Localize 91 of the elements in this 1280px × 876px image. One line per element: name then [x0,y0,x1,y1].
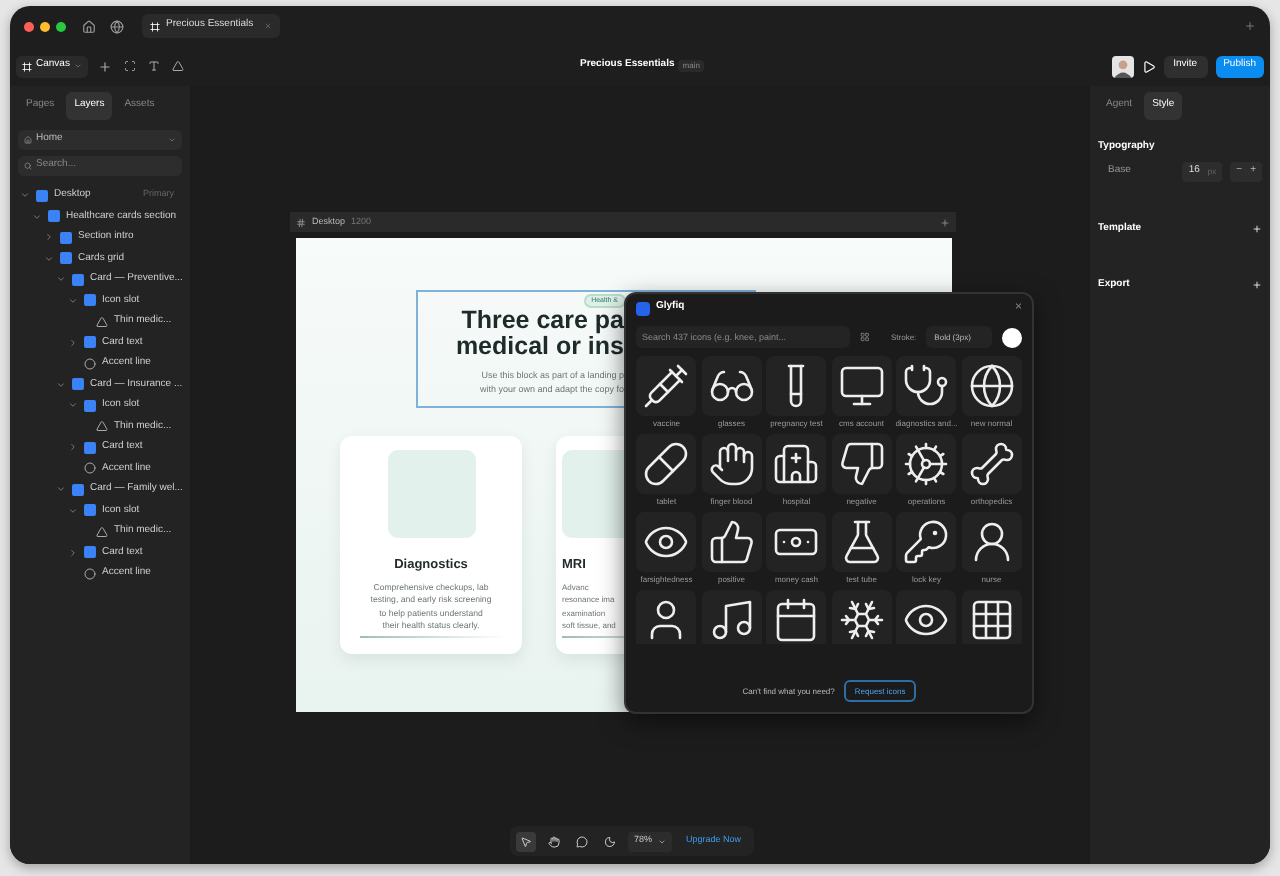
section-heading: Three care pa [461,308,624,335]
icon-tile[interactable] [961,434,1022,494]
icon-tile[interactable] [766,356,827,416]
icon-tile[interactable] [831,434,892,494]
home-icon[interactable] [82,19,96,33]
logo-icon [22,61,32,71]
icon-tile[interactable] [831,512,892,572]
icon-tile[interactable] [701,512,762,572]
icon-tile[interactable] [831,590,892,644]
icon-tile[interactable] [831,356,892,416]
search-icon [24,161,32,169]
icon-tile[interactable] [766,434,827,494]
grid-view-icon[interactable] [859,332,869,342]
triangle-icon [96,420,108,433]
home-icon [24,135,32,143]
triangle-icon [96,525,108,538]
icon-tile[interactable] [701,434,762,494]
text-tool-icon[interactable] [147,60,160,72]
stethoscope-icon [902,362,951,410]
icon-tile[interactable] [766,512,827,572]
add-icon[interactable] [97,59,112,73]
hand-tool[interactable] [544,831,564,851]
thumbsup-icon [707,518,756,566]
shape-tool-icon[interactable] [171,60,184,72]
pill-icon [642,440,691,488]
color-swatch[interactable] [1002,327,1022,347]
plugin-logo-icon [636,301,650,315]
icon-tile[interactable] [701,356,762,416]
moon-tool[interactable] [600,831,620,851]
hospital-icon [772,440,821,488]
comment-tool[interactable] [572,831,592,851]
icon-tile[interactable] [896,512,957,572]
pointer-icon [520,835,532,847]
icon-tile[interactable] [896,356,957,416]
music-icon [707,596,756,644]
circle-icon [84,462,96,475]
chevron-down-icon[interactable] [32,211,42,222]
frame-icon [84,441,96,454]
icon-tile[interactable] [636,434,697,494]
comment-icon [576,835,588,847]
icon-placeholder [387,450,475,538]
accent-line [359,636,503,638]
frame-icon [84,336,96,349]
frame-icon [84,546,96,559]
preview-icon[interactable] [1141,59,1156,73]
monitor-icon [837,362,886,410]
hand-icon [548,835,560,847]
circle-icon [84,567,96,580]
avatar[interactable] [1111,55,1134,77]
icon-tile[interactable] [961,356,1022,416]
chevron-down-icon[interactable] [56,484,66,495]
thumbsdown-icon [837,440,886,488]
globe-icon [967,362,1016,410]
circle-icon [84,357,96,370]
hand-icon [707,440,756,488]
add-icon[interactable] [1252,224,1262,235]
syringe-icon [642,362,691,410]
icon-tile[interactable] [636,356,697,416]
chevron-right-icon[interactable] [68,442,78,453]
icon-tile[interactable] [961,512,1022,572]
chevron-down-icon[interactable] [68,505,78,516]
chevron-right-icon[interactable] [44,232,54,243]
chevron-down-icon[interactable] [44,253,54,264]
section-heading: medical or ins [455,334,624,361]
bone-icon [967,440,1016,488]
moon-icon [604,835,616,847]
key-icon [902,518,951,566]
chevron-down-icon[interactable] [68,400,78,411]
new-tab-icon[interactable] [1244,20,1256,32]
icon-tile[interactable] [896,590,957,644]
icon-tile[interactable] [896,434,957,494]
chevron-down-icon[interactable] [56,379,66,390]
snow-icon [837,596,886,644]
icon-tile[interactable] [766,590,827,644]
add-icon[interactable] [1252,279,1262,290]
chevron-right-icon[interactable] [68,547,78,558]
triangle-icon [96,315,108,328]
frame-icon [296,217,306,227]
globe-icon[interactable] [110,19,124,33]
calendar-icon [772,596,821,644]
grid-icon [967,596,1016,644]
icon-tile[interactable] [636,590,697,644]
icon-tile[interactable] [701,590,762,644]
chevron-down-icon[interactable] [20,190,30,201]
icon-tile[interactable] [636,512,697,572]
icon-tile[interactable] [961,590,1022,644]
logo-icon [150,21,160,31]
chevron-down-icon[interactable] [68,295,78,306]
chevron-down-icon[interactable] [56,274,66,285]
chevron-right-icon[interactable] [68,337,78,348]
pointer-tool[interactable] [516,831,536,851]
